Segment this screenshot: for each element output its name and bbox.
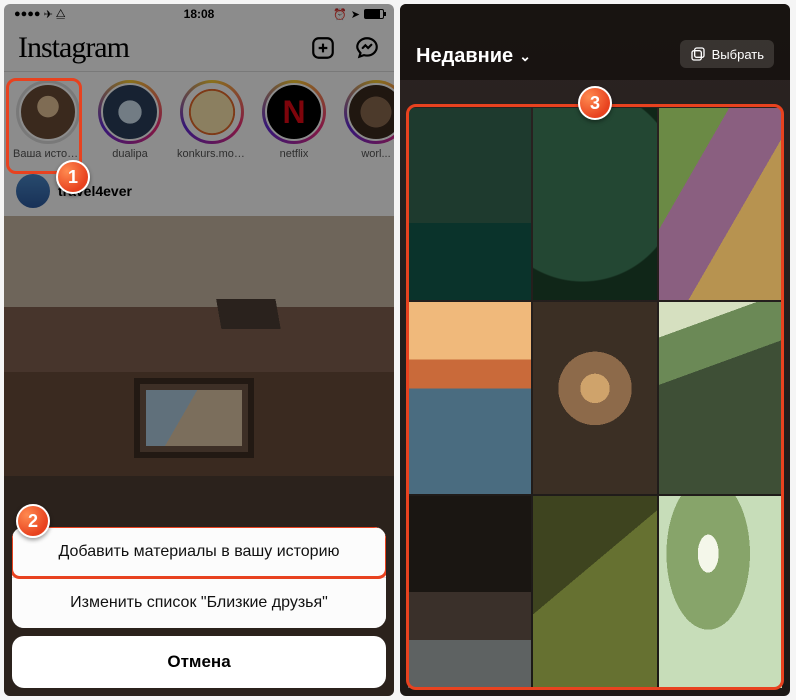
select-multiple-button[interactable]: Выбрать <box>680 40 774 68</box>
sheet-cancel[interactable]: Отмена <box>12 636 386 688</box>
photo-thumb[interactable] <box>533 108 656 300</box>
photo-thumb[interactable] <box>659 496 782 688</box>
callout-2: 2 <box>16 504 50 538</box>
sheet-close-friends[interactable]: Изменить список "Близкие друзья" <box>12 577 386 628</box>
sheet-item-label: Добавить материалы в вашу историю <box>58 543 339 560</box>
action-sheet: Добавить материалы в вашу историю Измени… <box>4 527 394 696</box>
album-selector[interactable]: Недавние ⌄ <box>416 45 531 68</box>
callout-1: 1 <box>56 160 90 194</box>
album-title: Недавние <box>416 45 513 68</box>
sheet-add-story[interactable]: Добавить материалы в вашу историю <box>12 527 386 577</box>
photo-thumb[interactable] <box>408 108 531 300</box>
sheet-item-label: Изменить список "Близкие друзья" <box>70 594 328 611</box>
multi-select-icon <box>690 46 706 62</box>
photo-thumb[interactable] <box>533 302 656 494</box>
instagram-feed-screen: 1 ●●●● ✈ ⧋ 18:08 ⏰ ➤ Instagram Ваша исто… <box>4 4 394 696</box>
photo-thumb[interactable] <box>408 496 531 688</box>
action-sheet-group: Добавить материалы в вашу историю Измени… <box>12 527 386 628</box>
gallery-picker-screen: 3 Недавние ⌄ Выбрать <box>400 4 790 696</box>
select-label: Выбрать <box>712 47 764 62</box>
chevron-down-icon: ⌄ <box>519 48 531 65</box>
photo-thumb[interactable] <box>408 302 531 494</box>
gallery-header: Недавние ⌄ Выбрать <box>400 4 790 80</box>
callout-3: 3 <box>578 86 612 120</box>
sheet-item-label: Отмена <box>167 652 230 671</box>
photo-thumb[interactable] <box>659 108 782 300</box>
gallery-grid <box>408 108 782 688</box>
photo-thumb[interactable] <box>659 302 782 494</box>
photo-thumb[interactable] <box>533 496 656 688</box>
